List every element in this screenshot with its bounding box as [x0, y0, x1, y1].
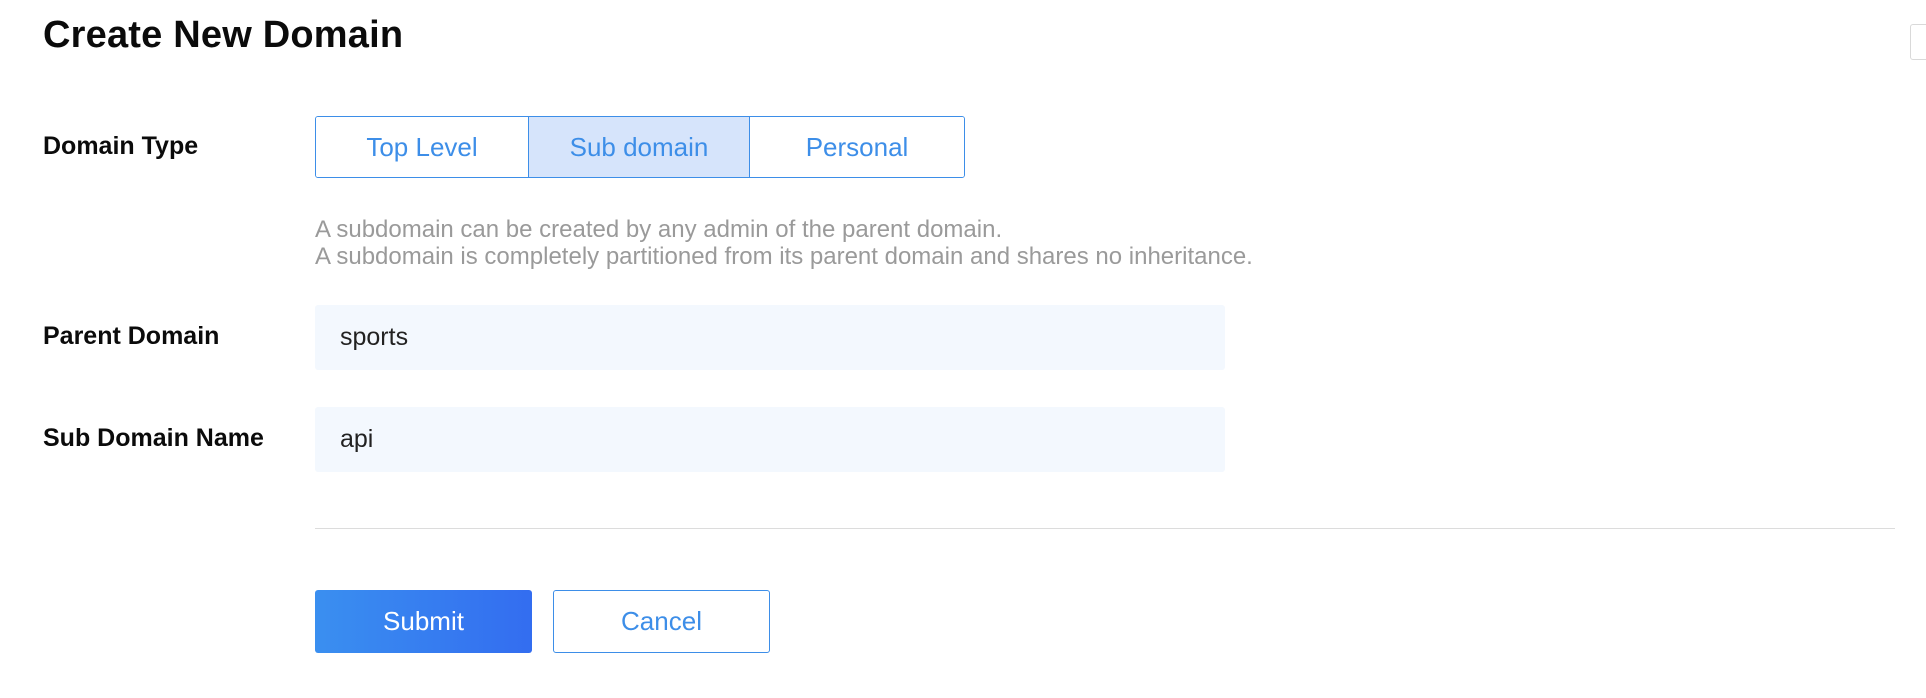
- domain-type-option-personal[interactable]: Personal: [750, 117, 964, 177]
- form-divider: [315, 528, 1895, 529]
- sub-domain-name-label: Sub Domain Name: [43, 424, 264, 452]
- domain-type-help-text: A subdomain can be created by any admin …: [315, 216, 1253, 270]
- corner-widget[interactable]: [1910, 24, 1926, 60]
- parent-domain-value: sports: [340, 323, 409, 351]
- create-domain-page: Create New Domain Domain Type Top Level …: [0, 0, 1926, 698]
- sub-domain-name-field[interactable]: api: [315, 407, 1225, 472]
- cancel-button[interactable]: Cancel: [553, 590, 770, 653]
- domain-type-segmented-control: Top Level Sub domain Personal: [315, 116, 965, 178]
- help-line: A subdomain can be created by any admin …: [315, 216, 1003, 243]
- help-line: A subdomain is completely partitioned fr…: [315, 243, 1253, 270]
- domain-type-option-sub-domain[interactable]: Sub domain: [529, 117, 750, 177]
- domain-type-label: Domain Type: [43, 132, 199, 160]
- sub-domain-name-value: api: [340, 425, 374, 453]
- parent-domain-label: Parent Domain: [43, 322, 220, 350]
- page-title: Create New Domain: [43, 14, 404, 56]
- submit-button[interactable]: Submit: [315, 590, 532, 653]
- domain-type-option-top-level[interactable]: Top Level: [316, 117, 529, 177]
- parent-domain-field[interactable]: sports: [315, 305, 1225, 370]
